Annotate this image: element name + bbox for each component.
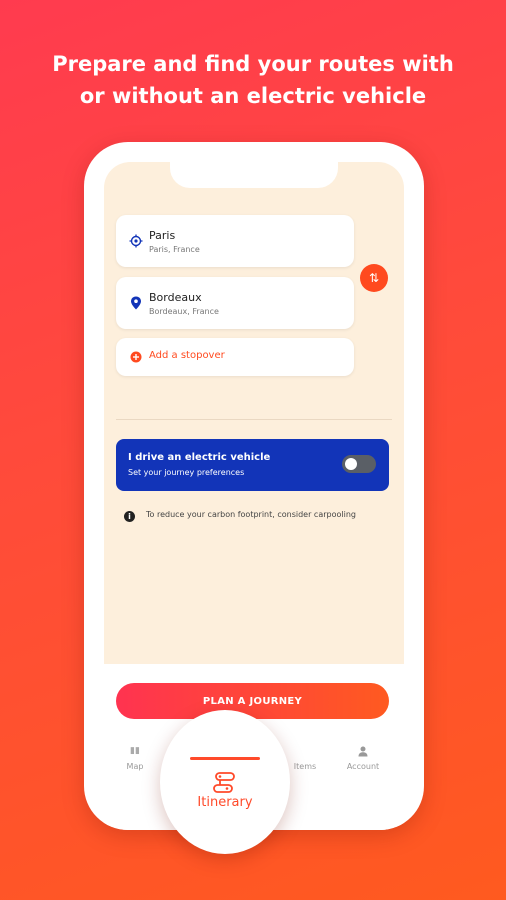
headline-line-2: or without an electric vehicle xyxy=(79,84,427,108)
destination-name: Bordeaux xyxy=(149,291,202,304)
active-tab-indicator xyxy=(190,757,260,760)
location-pin-icon xyxy=(128,295,144,311)
add-stopover-button[interactable]: Add a stopover xyxy=(116,338,354,376)
headline-line-1: Prepare and find your routes with xyxy=(52,52,454,76)
plus-circle-icon xyxy=(128,349,144,365)
tab-account[interactable]: Account xyxy=(338,746,388,771)
destination-detail: Bordeaux, France xyxy=(149,307,219,316)
itinerary-icon xyxy=(210,770,238,796)
ev-panel[interactable]: I drive an electric vehicle Set your jou… xyxy=(116,439,389,491)
swap-icon: ⇅ xyxy=(368,271,380,285)
ev-subtitle: Set your journey preferences xyxy=(128,468,245,477)
origin-field[interactable]: Paris Paris, France xyxy=(116,215,354,267)
divider xyxy=(116,419,392,420)
plan-journey-button[interactable]: PLAN A JOURNEY xyxy=(116,683,389,719)
ev-title: I drive an electric vehicle xyxy=(128,452,271,463)
tab-map[interactable]: ▮▮ Map xyxy=(110,746,160,771)
info-icon: i xyxy=(124,511,135,522)
items-icon xyxy=(280,746,330,760)
phone-notch xyxy=(170,158,338,188)
account-icon xyxy=(338,746,388,760)
tab-account-label: Account xyxy=(346,762,380,771)
crosshair-icon xyxy=(128,233,144,249)
headline: Prepare and find your routes with or wit… xyxy=(0,48,506,112)
map-icon: ▮▮ xyxy=(130,746,140,756)
tab-map-label: Map xyxy=(126,762,144,771)
tab-items-label: Items xyxy=(293,762,317,771)
info-text: To reduce your carbon footprint, conside… xyxy=(146,510,356,519)
origin-name: Paris xyxy=(149,229,176,242)
origin-detail: Paris, France xyxy=(149,245,200,254)
tab-itinerary-label: Itinerary xyxy=(197,795,253,810)
destination-field[interactable]: Bordeaux Bordeaux, France xyxy=(116,277,354,329)
tab-itinerary-magnified[interactable]: Itinerary xyxy=(160,710,290,854)
ev-toggle[interactable] xyxy=(342,455,376,473)
swap-button[interactable]: ⇅ xyxy=(360,264,388,292)
toggle-knob xyxy=(345,458,357,470)
add-stopover-label: Add a stopover xyxy=(149,350,225,361)
